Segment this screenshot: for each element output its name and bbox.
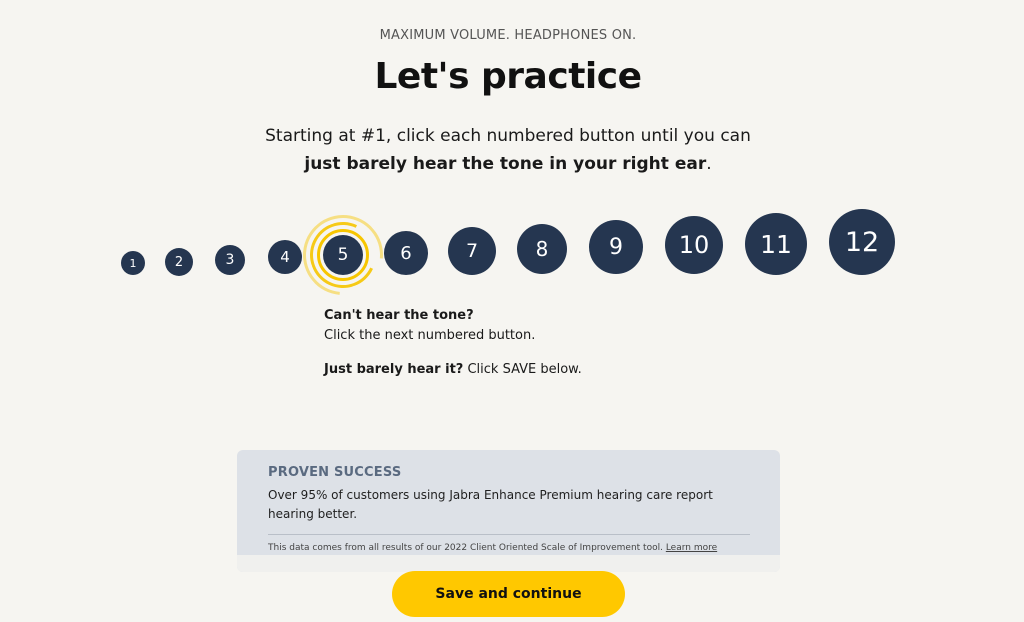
- eyebrow-text: MAXIMUM VOLUME. HEADPHONES ON.: [379, 28, 637, 43]
- tone-button-7[interactable]: 7: [448, 227, 496, 275]
- tone-button-11[interactable]: 11: [745, 213, 807, 275]
- tone-button-12[interactable]: 12: [829, 209, 895, 275]
- help-q2: Just barely hear it?: [324, 362, 464, 377]
- card-label: PROVEN SUCCESS: [268, 465, 402, 480]
- learn-more-link[interactable]: Learn more: [666, 543, 717, 553]
- tone-button-4[interactable]: 4: [268, 240, 302, 274]
- tone-button-1[interactable]: 1: [121, 251, 145, 275]
- card-divider: [268, 534, 750, 535]
- card-fade-overlay: [237, 555, 780, 572]
- tone-button-5[interactable]: 5: [323, 235, 363, 275]
- instruction-line: Starting at #1, click each numbered butt…: [265, 126, 751, 146]
- card-note: This data comes from all results of our …: [268, 543, 750, 553]
- proven-success-card: PROVEN SUCCESS Over 95% of customers usi…: [237, 450, 780, 572]
- instruction-emphasis: just barely hear the tone in your right …: [304, 154, 707, 174]
- tone-button-9[interactable]: 9: [589, 220, 643, 274]
- instruction-end: .: [706, 154, 712, 174]
- tone-button-10[interactable]: 10: [665, 216, 723, 274]
- help-text: Can't hear the tone? Click the next numb…: [324, 306, 582, 380]
- help-q1: Can't hear the tone?: [324, 308, 474, 323]
- tone-button-8[interactable]: 8: [517, 224, 567, 274]
- card-note-text: This data comes from all results of our …: [268, 543, 666, 553]
- page-title: Let's practice: [374, 56, 642, 97]
- instructions: Starting at #1, click each numbered butt…: [0, 122, 1016, 178]
- tone-button-3[interactable]: 3: [215, 245, 245, 275]
- tone-button-2[interactable]: 2: [165, 248, 193, 276]
- help-a2: Click SAVE below.: [463, 362, 582, 377]
- save-and-continue-button[interactable]: Save and continue: [392, 571, 625, 617]
- tone-button-6[interactable]: 6: [384, 231, 428, 275]
- card-text: Over 95% of customers using Jabra Enhanc…: [268, 488, 713, 521]
- help-a1: Click the next numbered button.: [324, 328, 536, 343]
